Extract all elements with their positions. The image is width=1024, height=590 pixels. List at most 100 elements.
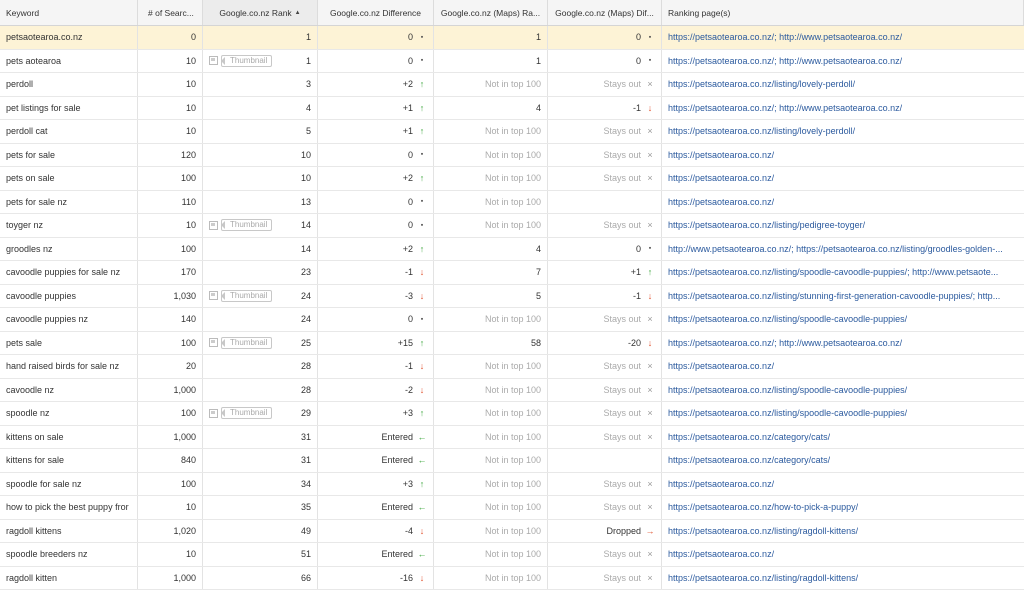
maps-difference-value: Stays out bbox=[603, 126, 641, 136]
col-header-rank[interactable]: Google.co.nz Rank▲ bbox=[203, 0, 318, 25]
table-row[interactable]: groodles nz10014+2↑40▪http://www.petsaot… bbox=[0, 238, 1024, 262]
ranking-page-link[interactable]: https://petsaotearoa.co.nz/listing/lovel… bbox=[668, 79, 855, 89]
table-row[interactable]: how to pick the best puppy fror1035Enter… bbox=[0, 496, 1024, 520]
col-header-maps-rank[interactable]: Google.co.nz (Maps) Ra... bbox=[434, 0, 548, 25]
rank-value: 1 bbox=[306, 56, 311, 66]
ranking-page-link[interactable]: https://petsaotearoa.co.nz/; http://www.… bbox=[668, 56, 902, 66]
table-row[interactable]: kittens on sale1,00031Entered←Not in top… bbox=[0, 426, 1024, 450]
rank-cell: 13 bbox=[203, 191, 318, 214]
ranking-page-link[interactable]: https://petsaotearoa.co.nz/ bbox=[668, 197, 774, 207]
ranking-page-link[interactable]: https://petsaotearoa.co.nz/listing/spood… bbox=[668, 314, 907, 324]
col-header-difference[interactable]: Google.co.nz Difference bbox=[318, 0, 434, 25]
rank-cell: Thumbnail29 bbox=[203, 402, 318, 425]
keyword-cell: groodles nz bbox=[0, 238, 138, 261]
ranking-page-link[interactable]: http://www.petsaotearoa.co.nz/; https://… bbox=[668, 244, 1003, 254]
ranking-page-link[interactable]: https://petsaotearoa.co.nz/listing/spood… bbox=[668, 408, 907, 418]
table-row[interactable]: spoodle nz100Thumbnail29+3↑Not in top 10… bbox=[0, 402, 1024, 426]
searches-value: 20 bbox=[186, 361, 196, 371]
ranking-page-cell: https://petsaotearoa.co.nz/; http://www.… bbox=[662, 50, 1024, 73]
searches-value: 1,000 bbox=[173, 385, 196, 395]
table-row[interactable]: petsaotearoa.co.nz010▪10▪https://petsaot… bbox=[0, 26, 1024, 50]
thumbnail-label: Thumbnail bbox=[221, 219, 272, 231]
table-row[interactable]: hand raised birds for sale nz2028-1↓Not … bbox=[0, 355, 1024, 379]
table-row[interactable]: perdoll103+2↑Not in top 100Stays out×htt… bbox=[0, 73, 1024, 97]
thumbnail-button[interactable]: Thumbnail bbox=[209, 55, 272, 67]
rank-cell: Thumbnail 1 bbox=[203, 50, 318, 73]
maps-rank-cell: 1 bbox=[434, 50, 548, 73]
ranking-page-link[interactable]: https://petsaotearoa.co.nz/; http://www.… bbox=[668, 32, 902, 42]
table-row[interactable]: ragdoll kittens1,02049-4↓Not in top 100D… bbox=[0, 520, 1024, 544]
ranking-page-cell: https://petsaotearoa.co.nz/listing/spood… bbox=[662, 261, 1024, 284]
ranking-page-link[interactable]: https://petsaotearoa.co.nz/; http://www.… bbox=[668, 338, 902, 348]
thumbnail-button[interactable]: Thumbnail bbox=[209, 407, 272, 419]
ranking-page-link[interactable]: https://petsaotearoa.co.nz/listing/pedig… bbox=[668, 220, 865, 230]
ranking-page-link[interactable]: https://petsaotearoa.co.nz/listing/stunn… bbox=[668, 291, 1000, 301]
ranking-page-link[interactable]: https://petsaotearoa.co.nz/ bbox=[668, 150, 774, 160]
maps-difference-cell: Stays out× bbox=[548, 308, 662, 331]
ranking-page-link[interactable]: https://petsaotearoa.co.nz/listing/spood… bbox=[668, 385, 907, 395]
ranking-page-link[interactable]: https://petsaotearoa.co.nz/ bbox=[668, 361, 774, 371]
searches-value: 10 bbox=[186, 549, 196, 559]
ranking-page-link[interactable]: https://petsaotearoa.co.nz/listing/spood… bbox=[668, 267, 998, 277]
ranking-page-link[interactable]: https://petsaotearoa.co.nz/category/cats… bbox=[668, 432, 830, 442]
keyword-cell: pets sale bbox=[0, 332, 138, 355]
col-header-ranking-pages[interactable]: Ranking page(s) bbox=[662, 0, 1024, 25]
maps-rank-value: Not in top 100 bbox=[485, 173, 541, 183]
table-row[interactable]: ragdoll kitten1,00066-16↓Not in top 100S… bbox=[0, 567, 1024, 590]
table-row[interactable]: spoodle breeders nz1051Entered←Not in to… bbox=[0, 543, 1024, 567]
searches-cell: 20 bbox=[138, 355, 203, 378]
ranking-page-link[interactable]: https://petsaotearoa.co.nz/listing/ragdo… bbox=[668, 573, 858, 583]
ranking-page-link[interactable]: https://petsaotearoa.co.nz/ bbox=[668, 549, 774, 559]
col-header-searches[interactable]: # of Searc... bbox=[138, 0, 203, 25]
maps-difference-value: Stays out bbox=[603, 173, 641, 183]
cross-icon: × bbox=[645, 549, 655, 559]
table-row[interactable]: kittens for sale84031Entered←Not in top … bbox=[0, 449, 1024, 473]
col-header-maps-difference[interactable]: Google.co.nz (Maps) Dif... bbox=[548, 0, 662, 25]
ranking-page-link[interactable]: https://petsaotearoa.co.nz/listing/ragdo… bbox=[668, 526, 858, 536]
maps-rank-value: 58 bbox=[531, 338, 541, 348]
table-row[interactable]: pet listings for sale104+1↑4-1↓https://p… bbox=[0, 97, 1024, 121]
table-row[interactable]: cavoodle nz1,00028-2↓Not in top 100Stays… bbox=[0, 379, 1024, 403]
table-row[interactable]: pets sale100Thumbnail25+15↑58-20↓https:/… bbox=[0, 332, 1024, 356]
rank-cell: 23 bbox=[203, 261, 318, 284]
rank-value: 35 bbox=[301, 502, 311, 512]
searches-cell: 1,000 bbox=[138, 426, 203, 449]
difference-value: -3 bbox=[405, 291, 413, 301]
rank-cell: Thumbnail25 bbox=[203, 332, 318, 355]
maps-rank-cell: 5 bbox=[434, 285, 548, 308]
table-row[interactable]: cavoodle puppies1,030Thumbnail24-3↓5-1↓h… bbox=[0, 285, 1024, 309]
ranking-page-link[interactable]: https://petsaotearoa.co.nz/listing/lovel… bbox=[668, 126, 855, 136]
table-row[interactable]: pets on sale10010+2↑Not in top 100Stays … bbox=[0, 167, 1024, 191]
keyword-text: pets aotearoa bbox=[6, 56, 61, 66]
ranking-page-link[interactable]: https://petsaotearoa.co.nz/ bbox=[668, 479, 774, 489]
keyword-cell: pet listings for sale bbox=[0, 97, 138, 120]
rank-value: 31 bbox=[301, 432, 311, 442]
thumbnail-label: Thumbnail bbox=[221, 407, 272, 419]
arrow-down-icon: ↓ bbox=[417, 291, 427, 301]
maps-difference-cell: Stays out× bbox=[548, 402, 662, 425]
table-row[interactable]: pets for sale nz110130▪Not in top 100htt… bbox=[0, 191, 1024, 215]
keyword-cell: pets for sale nz bbox=[0, 191, 138, 214]
table-row[interactable]: toyger nz10Thumbnail140▪Not in top 100St… bbox=[0, 214, 1024, 238]
table-row[interactable]: cavoodle puppies nz140240▪Not in top 100… bbox=[0, 308, 1024, 332]
maps-rank-value: Not in top 100 bbox=[485, 220, 541, 230]
table-row[interactable]: spoodle for sale nz10034+3↑Not in top 10… bbox=[0, 473, 1024, 497]
table-row[interactable]: perdoll cat105+1↑Not in top 100Stays out… bbox=[0, 120, 1024, 144]
keyword-text: ragdoll kittens bbox=[6, 526, 62, 536]
ranking-page-link[interactable]: https://petsaotearoa.co.nz/category/cats… bbox=[668, 455, 830, 465]
thumbnail-button[interactable]: Thumbnail bbox=[209, 337, 272, 349]
rank-value: 23 bbox=[301, 267, 311, 277]
ranking-page-link[interactable]: https://petsaotearoa.co.nz/; http://www.… bbox=[668, 103, 902, 113]
rank-value: 28 bbox=[301, 385, 311, 395]
col-header-keyword[interactable]: Keyword bbox=[0, 0, 138, 25]
thumbnail-button[interactable]: Thumbnail bbox=[209, 290, 272, 302]
table-row[interactable]: cavoodle puppies for sale nz17023-1↓7+1↑… bbox=[0, 261, 1024, 285]
thumbnail-button[interactable]: Thumbnail bbox=[209, 219, 272, 231]
ranking-page-link[interactable]: https://petsaotearoa.co.nz/ bbox=[668, 173, 774, 183]
ranking-page-link[interactable]: https://petsaotearoa.co.nz/how-to-pick-a… bbox=[668, 502, 858, 512]
maps-rank-cell: Not in top 100 bbox=[434, 543, 548, 566]
keyword-cell: spoodle nz bbox=[0, 402, 138, 425]
table-row[interactable]: pets for sale120100▪Not in top 100Stays … bbox=[0, 144, 1024, 168]
rank-value: 14 bbox=[301, 244, 311, 254]
table-row[interactable]: pets aotearoa10Thumbnail10▪10▪https://pe… bbox=[0, 50, 1024, 74]
